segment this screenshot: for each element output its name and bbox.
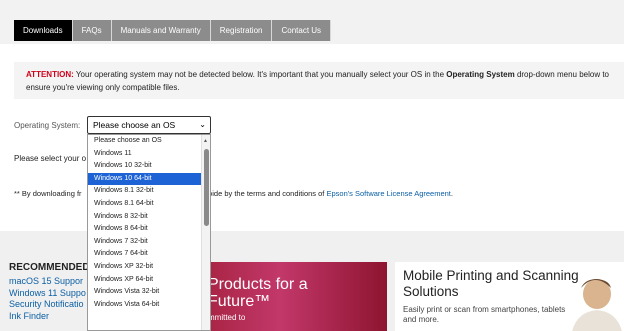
attention-notice: ATTENTION: Your operating system may not… [14,62,624,99]
select-os-prompt: Please select your o [14,154,87,163]
attention-label: ATTENTION: [26,70,74,79]
recommended-link[interactable]: Windows 11 Suppo [9,288,86,300]
os-option[interactable]: Windows Vista 32-bit [88,286,210,299]
promo-subtitle: Easily print or scan from smartphones, t… [403,305,565,325]
recommended-link[interactable]: Security Notificatio [9,299,86,311]
promo-title-line-2: Future™ [208,293,271,310]
os-select[interactable]: Please choose an OS ⌄ [87,116,211,134]
sustainability-promo[interactable]: Products for a Future™ mmitted to [192,262,387,331]
recommended-link[interactable]: macOS 15 Suppor [9,276,86,288]
tab-manuals-and-warranty[interactable]: Manuals and Warranty [111,20,211,41]
os-option[interactable]: Windows XP 32-bit [88,261,210,274]
os-option[interactable]: Windows XP 64-bit [88,274,210,287]
os-option[interactable]: Windows 8 32-bit [88,211,210,224]
os-option[interactable]: Windows 8.1 32-bit [88,185,210,198]
tab-faqs[interactable]: FAQs [72,20,112,41]
tab-downloads[interactable]: Downloads [14,20,73,41]
os-options: Please choose an OS Windows 11 Windows 10 … [88,135,210,311]
tab-registration[interactable]: Registration [210,20,273,41]
attention-emphasis: Operating System [446,70,515,79]
os-option[interactable]: Windows 8 64-bit [88,223,210,236]
os-label: Operating System: [14,121,81,130]
license-note: ** By downloading fr to abide by the term… [14,189,453,198]
recommended-heading: RECOMMENDED [9,262,90,273]
license-note-middle: to abide by the terms and conditions of [195,189,327,198]
chevron-down-icon: ⌄ [199,120,206,129]
promo-title-line-2: Solutions [403,284,459,299]
os-dropdown-list[interactable]: Please choose an OS Windows 11 Windows 10 … [87,134,211,331]
os-option[interactable]: Windows 8.1 64-bit [88,198,210,211]
os-option[interactable]: Windows 7 64-bit [88,248,210,261]
promo-subtitle-line-2: and more. [403,315,440,324]
dropdown-scrollbar[interactable]: ▲ [201,135,210,330]
os-select-value: Please choose an OS [93,120,176,130]
attention-text-a: Your operating system may not be detecte… [73,70,447,79]
promo-title: Mobile Printing and Scanning Solutions [403,268,579,300]
os-option[interactable]: Please choose an OS [88,135,210,148]
recommended-links: macOS 15 Suppor Windows 11 Suppo Securit… [9,276,86,322]
tab-contact-us[interactable]: Contact Us [272,20,332,41]
license-agreement-link[interactable]: Epson's Software License Agreement [326,189,450,198]
promo-subtitle: mmitted to [208,313,246,322]
license-note-prefix: ** By downloading fr [14,189,82,198]
tabs: Downloads FAQs Manuals and Warranty Regi… [14,20,332,41]
os-option[interactable]: Windows 11 [88,148,210,161]
person-photo [572,279,622,331]
promo-title-line-1: Mobile Printing and Scanning [403,268,579,283]
scroll-up-icon[interactable]: ▲ [203,138,208,144]
os-option[interactable]: Windows 10 64-bit [88,172,210,186]
scrollbar-thumb[interactable] [204,149,209,226]
recommended-link[interactable]: Ink Finder [9,311,86,323]
promo-subtitle-line-1: Easily print or scan from smartphones, t… [403,305,566,314]
tab-bar: Downloads FAQs Manuals and Warranty Regi… [0,0,624,44]
license-note-suffix: . [450,189,453,198]
promo-title-line-1: Products for a [208,276,308,293]
os-option[interactable]: Windows 10 32-bit [88,160,210,173]
mobile-printing-promo[interactable]: Mobile Printing and Scanning Solutions E… [395,262,624,331]
os-option[interactable]: Windows 7 32-bit [88,236,210,249]
os-option[interactable]: Windows Vista 64-bit [88,299,210,312]
